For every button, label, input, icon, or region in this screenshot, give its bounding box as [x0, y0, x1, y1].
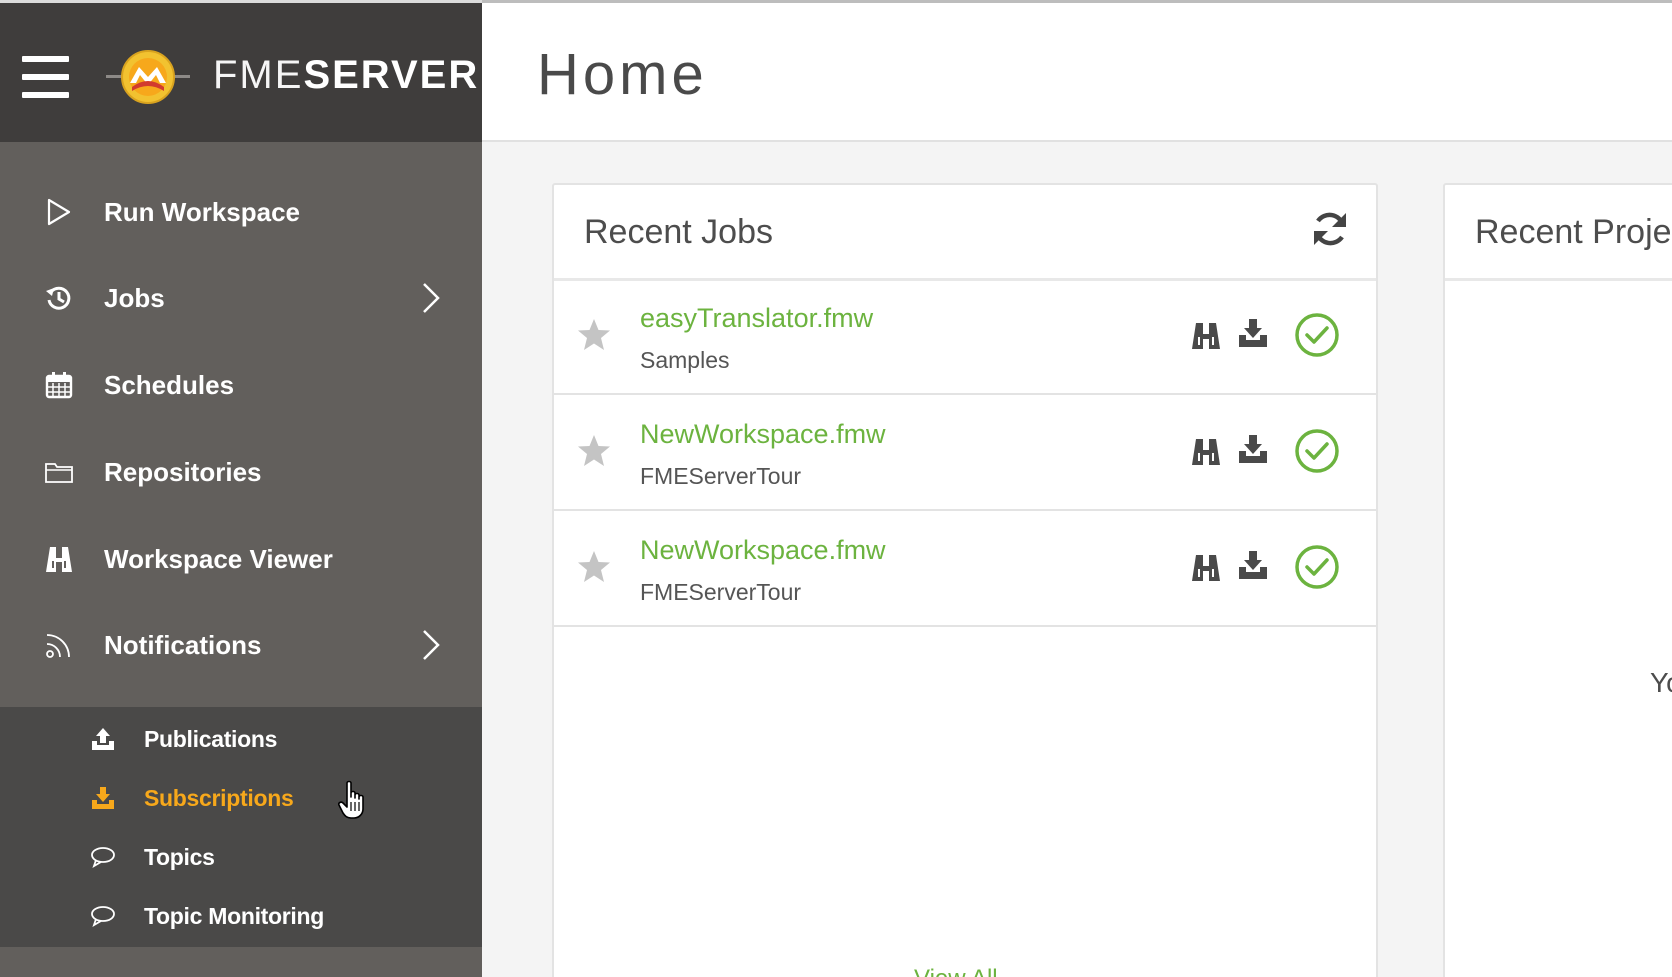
notifications-submenu: Publications Subscriptions Topics Topic … [0, 707, 482, 947]
sidebar-item-repositories[interactable]: Repositories [0, 429, 482, 517]
star-icon[interactable] [576, 549, 612, 585]
sidebar-item-label: Schedules [104, 370, 235, 400]
sidebar-item-label: Workspace Viewer [104, 544, 333, 574]
card-header: Recent Proje [1445, 185, 1672, 281]
check-circle-icon[interactable] [1294, 544, 1340, 590]
empty-message: Yo [1650, 667, 1672, 698]
card-header: Recent Jobs [554, 185, 1376, 281]
sidebar-item-label: Notifications [104, 630, 262, 660]
sidebar-item-jobs[interactable]: Jobs [0, 255, 482, 343]
brand-name: FMESERVER [213, 53, 479, 98]
check-circle-icon[interactable] [1294, 312, 1340, 358]
hand-pointer-icon [338, 780, 364, 819]
page-title: Home [537, 42, 708, 107]
star-icon[interactable] [576, 433, 612, 469]
sidebar-item-label: Repositories [104, 457, 262, 487]
binoculars-icon[interactable] [1190, 435, 1222, 467]
sidebar-item-schedules[interactable]: Schedules [0, 342, 482, 430]
sidebar-item-workspace-viewer[interactable]: Workspace Viewer [0, 516, 482, 604]
rss-icon [46, 634, 70, 658]
history-icon [46, 286, 71, 310]
download-icon [92, 787, 114, 809]
speech-bubble-icon [91, 847, 115, 868]
app-window: FMESERVER Run Workspace Jobs Schedules R… [0, 0, 1672, 977]
brand-light: FME [213, 53, 304, 97]
hamburger-menu-icon[interactable] [22, 56, 69, 98]
sidebar-item-label: Run Workspace [104, 197, 301, 227]
play-icon [47, 198, 71, 226]
sidebar-next-item[interactable] [0, 947, 482, 977]
brand-bar: FMESERVER [0, 0, 482, 142]
upload-icon [92, 728, 114, 750]
folder-icon [45, 463, 73, 483]
binoculars-icon[interactable] [1190, 551, 1222, 583]
star-icon[interactable] [576, 317, 612, 353]
download-icon[interactable] [1237, 549, 1269, 581]
card-title: Recent Jobs [584, 213, 773, 251]
sidebar-subitem-label: Publications [144, 726, 278, 752]
job-repository: FMEServerTour [640, 579, 802, 605]
sidebar-subitem-publications[interactable]: Publications [0, 710, 482, 768]
download-icon[interactable] [1237, 433, 1269, 465]
sidebar-subitem-topic-monitoring[interactable]: Topic Monitoring [0, 887, 482, 945]
job-row: easyTranslator.fmw Samples [554, 281, 1376, 395]
card-title: Recent Proje [1475, 213, 1672, 251]
job-row: NewWorkspace.fmw FMEServerTour [554, 513, 1376, 627]
job-workspace-link[interactable]: NewWorkspace.fmw [640, 419, 886, 450]
sidebar-item-label: Jobs [104, 283, 165, 313]
job-row: NewWorkspace.fmw FMEServerTour [554, 397, 1376, 511]
sidebar-item-run-workspace[interactable]: Run Workspace [0, 169, 482, 257]
job-workspace-link[interactable]: easyTranslator.fmw [640, 303, 873, 334]
chevron-right-icon [423, 630, 440, 660]
fme-logo-icon [106, 50, 190, 104]
recent-jobs-card: Recent Jobs easyTranslator.fmw Samples N… [552, 183, 1378, 977]
speech-bubble-icon [91, 906, 115, 927]
job-repository: Samples [640, 347, 730, 373]
binoculars-icon[interactable] [1190, 319, 1222, 351]
sidebar-item-notifications[interactable]: Notifications [0, 602, 482, 690]
calendar-icon [45, 372, 73, 399]
view-all-link[interactable]: View All [914, 965, 998, 977]
download-icon[interactable] [1237, 317, 1269, 349]
binoculars-icon [46, 547, 72, 572]
sidebar-subitem-subscriptions[interactable]: Subscriptions [0, 769, 482, 827]
recent-projects-card: Recent Proje Yo [1443, 183, 1672, 977]
brand-bold: SERVER [303, 53, 480, 97]
chevron-right-icon [423, 283, 440, 313]
sidebar: FMESERVER Run Workspace Jobs Schedules R… [0, 0, 482, 977]
refresh-icon[interactable] [1310, 209, 1350, 249]
sidebar-subitem-label: Topic Monitoring [144, 903, 325, 929]
job-workspace-link[interactable]: NewWorkspace.fmw [640, 535, 886, 566]
job-repository: FMEServerTour [640, 463, 802, 489]
top-bar: Home [482, 0, 1672, 142]
check-circle-icon[interactable] [1294, 428, 1340, 474]
sidebar-subitem-label: Subscriptions [144, 785, 294, 811]
sidebar-subitem-topics[interactable]: Topics [0, 828, 482, 886]
sidebar-subitem-label: Topics [144, 844, 215, 870]
